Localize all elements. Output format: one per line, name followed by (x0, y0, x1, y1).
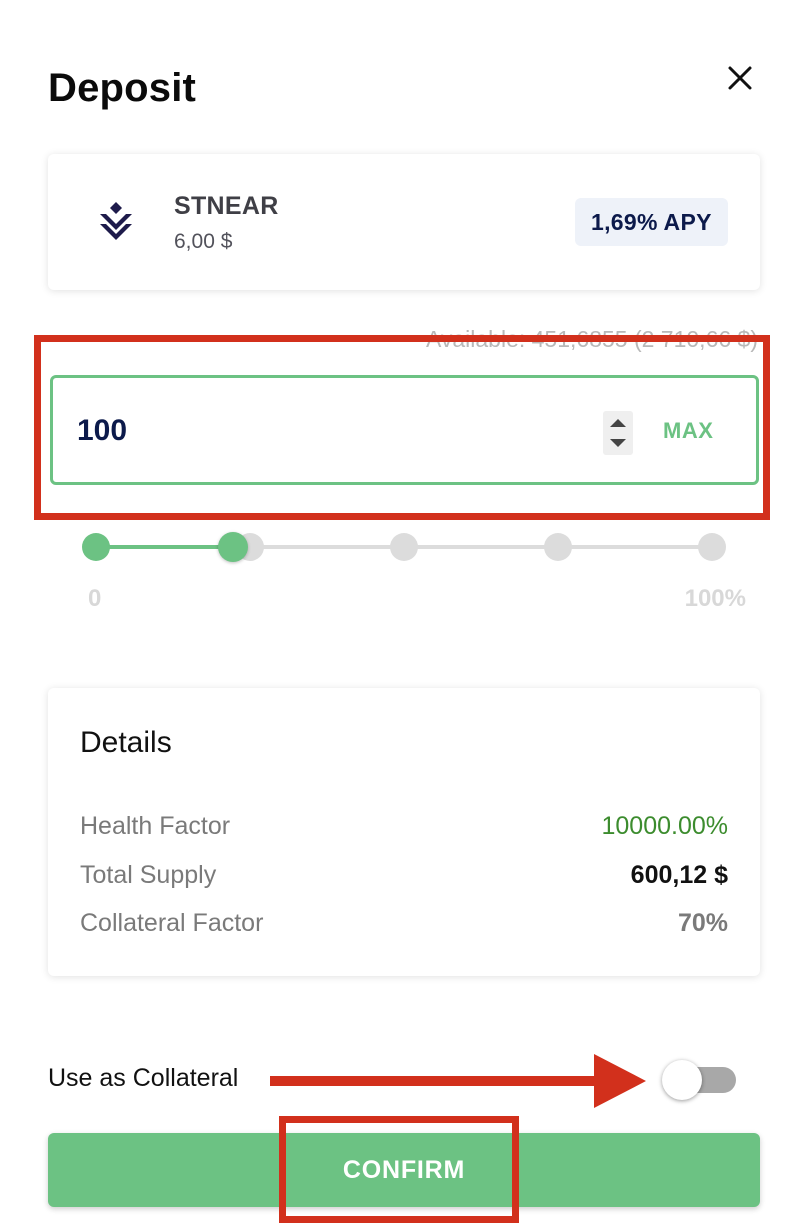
percent-slider[interactable] (82, 530, 726, 564)
token-name: STNEAR (174, 192, 279, 220)
detail-value: 10000.00% (601, 812, 728, 840)
max-button[interactable]: MAX (663, 418, 713, 444)
detail-label: Health Factor (80, 812, 231, 840)
slider-step-0[interactable] (82, 533, 110, 561)
available-balance: Available: 451,6855 (2 710,66 $) (425, 326, 758, 352)
slider-step-50[interactable] (390, 533, 418, 561)
stepper-up-icon[interactable] (610, 419, 626, 427)
annotation-arrow-icon (270, 1054, 646, 1108)
close-icon[interactable] (722, 60, 758, 96)
details-card: Details Health Factor 10000.00% Total Su… (48, 688, 760, 976)
slider-fill (96, 545, 232, 549)
details-title: Details (80, 726, 172, 759)
detail-row-health-factor: Health Factor 10000.00% (80, 812, 728, 842)
slider-step-75[interactable] (544, 533, 572, 561)
number-stepper[interactable] (603, 411, 633, 455)
slider-min-label: 0 (88, 585, 102, 612)
detail-value: 70% (677, 909, 728, 937)
collateral-label: Use as Collateral (48, 1064, 239, 1092)
confirm-button[interactable]: CONFIRM (48, 1133, 760, 1207)
amount-field: MAX (50, 375, 759, 485)
token-card: STNEAR 6,00 $ 1,69% APY (48, 154, 760, 290)
apy-badge: 1,69% APY (575, 198, 728, 246)
slider-max-label: 100% (684, 585, 746, 612)
amount-input[interactable] (77, 408, 577, 454)
token-price: 6,00 $ (174, 230, 233, 253)
stnear-logo-icon (100, 202, 132, 240)
collateral-toggle[interactable] (662, 1060, 738, 1100)
detail-row-collateral-factor: Collateral Factor 70% (80, 909, 728, 939)
detail-value: 600,12 $ (630, 861, 728, 889)
dialog-title: Deposit (48, 66, 197, 110)
slider-thumb[interactable] (218, 532, 248, 562)
detail-label: Collateral Factor (80, 909, 264, 937)
slider-step-100[interactable] (698, 533, 726, 561)
toggle-knob[interactable] (662, 1060, 702, 1100)
detail-row-total-supply: Total Supply 600,12 $ (80, 861, 728, 891)
stepper-down-icon[interactable] (610, 439, 626, 447)
detail-label: Total Supply (80, 861, 217, 889)
